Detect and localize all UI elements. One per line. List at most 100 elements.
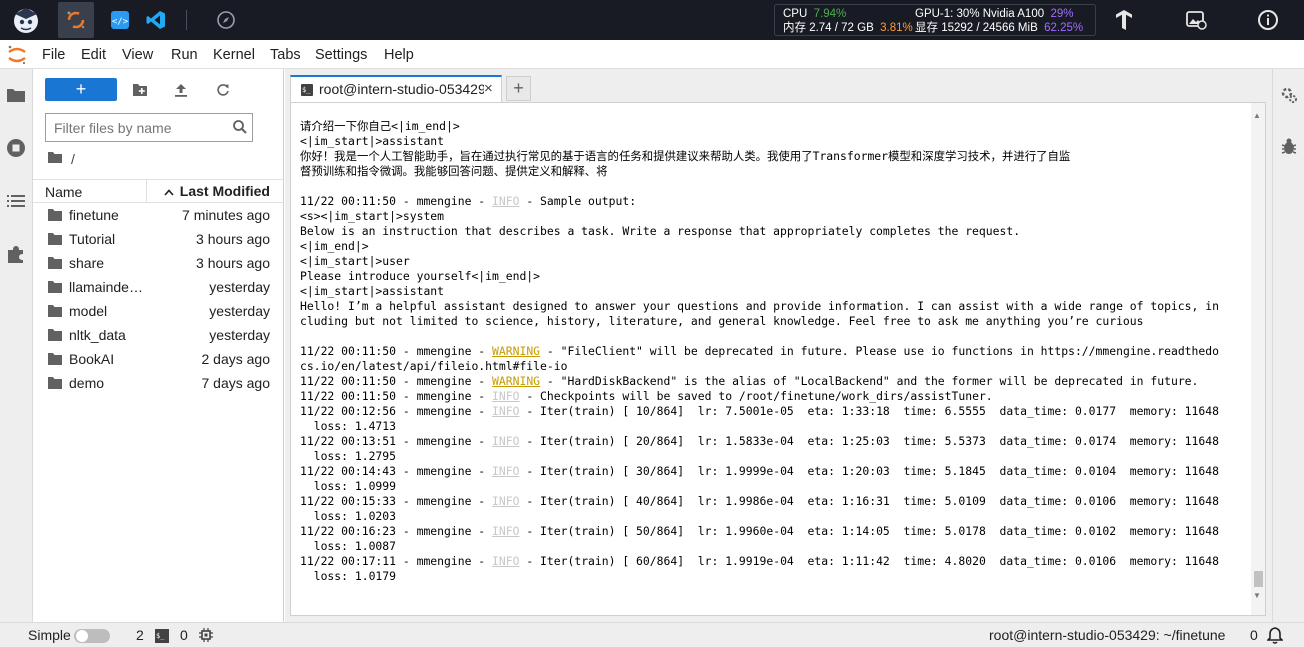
terminal-panel[interactable]: 请介绍一下你自己<|im_end|> <|im_start|>assistant 你… — [290, 102, 1266, 616]
menu-view[interactable]: View — [122, 47, 153, 63]
kernel-count[interactable]: 2 — [136, 627, 144, 643]
resource-monitor: CPU 7.94% 内存 2.74 / 72 GB 3.81% GPU-1: 3… — [774, 4, 1096, 36]
log-level-info: INFO — [492, 194, 520, 208]
table-of-contents-icon[interactable] — [4, 189, 28, 213]
terminal-text: Please introduce yourself<|im_end|> — [300, 269, 541, 283]
list-item[interactable]: nltk_data yesterday — [33, 323, 283, 347]
chip-icon[interactable] — [199, 628, 213, 645]
log-level-info: INFO — [492, 404, 520, 418]
close-icon[interactable]: × — [484, 80, 493, 97]
list-item[interactable]: Tutorial 3 hours ago — [33, 227, 283, 251]
menu-edit[interactable]: Edit — [81, 47, 106, 63]
menu-file[interactable]: File — [42, 47, 65, 63]
terminal-line: loss: 1.0203 — [300, 509, 1245, 524]
add-tab-button[interactable]: + — [506, 76, 531, 101]
folder-icon[interactable] — [47, 151, 63, 167]
simple-mode-toggle[interactable] — [74, 629, 110, 643]
intern-logo-icon[interactable] — [10, 4, 42, 36]
simple-mode-label: Simple — [28, 627, 71, 643]
log-level-info: INFO — [492, 434, 520, 448]
vscode-icon[interactable] — [140, 4, 172, 36]
menu-kernel[interactable]: Kernel — [213, 47, 255, 63]
file-modified: yesterday — [209, 327, 270, 343]
notification-count[interactable]: 0 — [1250, 627, 1258, 643]
terminal-line: <s><|im_start|>system — [300, 209, 1245, 224]
bell-icon[interactable] — [1266, 627, 1284, 647]
list-item[interactable]: share 3 hours ago — [33, 251, 283, 275]
terminal-count[interactable]: 0 — [180, 627, 188, 643]
terminal-icon[interactable]: $_ — [155, 629, 169, 643]
tensorflow-icon[interactable] — [1108, 4, 1140, 36]
memory-label: 内存 2.74 / 72 GB — [783, 22, 874, 34]
breadcrumb-root[interactable]: / — [71, 151, 75, 167]
new-launcher-button[interactable]: + — [45, 78, 117, 101]
file-modified: yesterday — [209, 303, 270, 319]
terminal-line: 11/22 00:11:50 - mmengine - INFO - Check… — [300, 389, 1245, 404]
extensions-icon[interactable] — [4, 242, 28, 266]
file-modified: 7 days ago — [201, 375, 271, 391]
folder-icon[interactable] — [4, 83, 28, 107]
folder-icon — [47, 208, 63, 222]
toggle-knob — [76, 630, 88, 642]
terminal-text: loss: 1.0179 — [300, 569, 397, 583]
menu-tabs[interactable]: Tabs — [270, 47, 301, 63]
terminal-text: - "FileClient" will be deprecated in fut… — [540, 344, 1219, 358]
folder-icon — [47, 256, 63, 270]
info-icon[interactable] — [1252, 4, 1284, 36]
terminal-line: cs.io/en/latest/api/fileio.html#file-io — [300, 359, 1245, 374]
terminal-text: 11/22 00:11:50 - mmengine - — [300, 344, 493, 358]
terminal-text: - Iter(train) [ 60/864] lr: 1.9919e-04 e… — [519, 554, 1219, 568]
new-folder-icon[interactable] — [130, 80, 150, 100]
terminal-line: cluding but not limited to science, hist… — [300, 314, 1245, 329]
menu-settings[interactable]: Settings — [315, 47, 367, 63]
folder-icon — [47, 304, 63, 318]
terminal-line: 11/22 00:16:23 - mmengine - INFO - Iter(… — [300, 524, 1245, 539]
file-modified: 7 minutes ago — [182, 207, 270, 223]
filter-box — [45, 113, 253, 142]
terminal-line: <|im_start|>user — [300, 254, 1245, 269]
menu-run[interactable]: Run — [171, 47, 198, 63]
folder-icon — [47, 232, 63, 246]
terminal-line: 你好！我是一个人工智能助手，旨在通过执行常见的基于语言的任务和提供建议来帮助人类… — [300, 149, 1245, 164]
file-list-header: Name Last Modified — [33, 179, 283, 203]
terminal-text: 11/22 00:16:23 - mmengine - — [300, 524, 493, 538]
terminal-line: 请介绍一下你自己<|im_end|> — [300, 119, 1245, 134]
upload-icon[interactable] — [171, 80, 191, 100]
terminal-text: 请介绍一下你自己<|im_end|> — [300, 119, 460, 133]
terminal-line: Below is an instruction that describes a… — [300, 224, 1245, 239]
debugger-icon[interactable] — [1279, 137, 1299, 157]
image-settings-icon[interactable] — [1180, 4, 1212, 36]
list-item[interactable]: finetune 7 minutes ago — [33, 203, 283, 227]
left-sidebar-tabs — [0, 69, 33, 622]
compass-icon[interactable] — [210, 4, 242, 36]
top-toolbar: </> CPU 7.94% 内存 2.74 / 72 GB 3.81% GPU-… — [0, 0, 1304, 40]
file-modified: yesterday — [209, 279, 270, 295]
property-inspector-icon[interactable] — [1279, 85, 1299, 105]
scrollbar[interactable] — [1251, 103, 1265, 615]
log-level-info: INFO — [492, 524, 520, 538]
list-item[interactable]: BookAI 2 days ago — [33, 347, 283, 371]
scroll-down-icon[interactable]: ▼ — [1253, 591, 1261, 600]
vram-usage: 62.25% — [1044, 22, 1084, 34]
code-editor-icon[interactable]: </> — [104, 4, 136, 36]
file-modified: 2 days ago — [201, 351, 271, 367]
menu-help[interactable]: Help — [384, 47, 414, 63]
file-name: finetune — [69, 207, 119, 223]
terminal-line: 11/22 00:11:50 - mmengine - WARNING - "F… — [300, 344, 1245, 359]
column-name[interactable]: Name — [45, 184, 82, 200]
list-item[interactable]: model yesterday — [33, 299, 283, 323]
terminal-text: loss: 1.0999 — [300, 479, 397, 493]
jupyter-app-icon[interactable] — [58, 2, 94, 38]
running-kernels-icon[interactable] — [4, 136, 28, 160]
column-last-modified[interactable]: Last Modified — [164, 183, 270, 199]
list-item[interactable]: demo 7 days ago — [33, 371, 283, 395]
list-item[interactable]: llamaindex_demo yesterday — [33, 275, 283, 299]
terminal-icon: $_ — [301, 84, 313, 96]
filter-files-input[interactable] — [54, 119, 224, 137]
refresh-icon[interactable] — [213, 80, 233, 100]
tab-terminal[interactable]: $_ root@intern-studio-053429: ~/finetune… — [290, 75, 502, 102]
scrollbar-thumb[interactable] — [1254, 571, 1263, 587]
scroll-up-icon[interactable]: ▲ — [1253, 111, 1261, 120]
